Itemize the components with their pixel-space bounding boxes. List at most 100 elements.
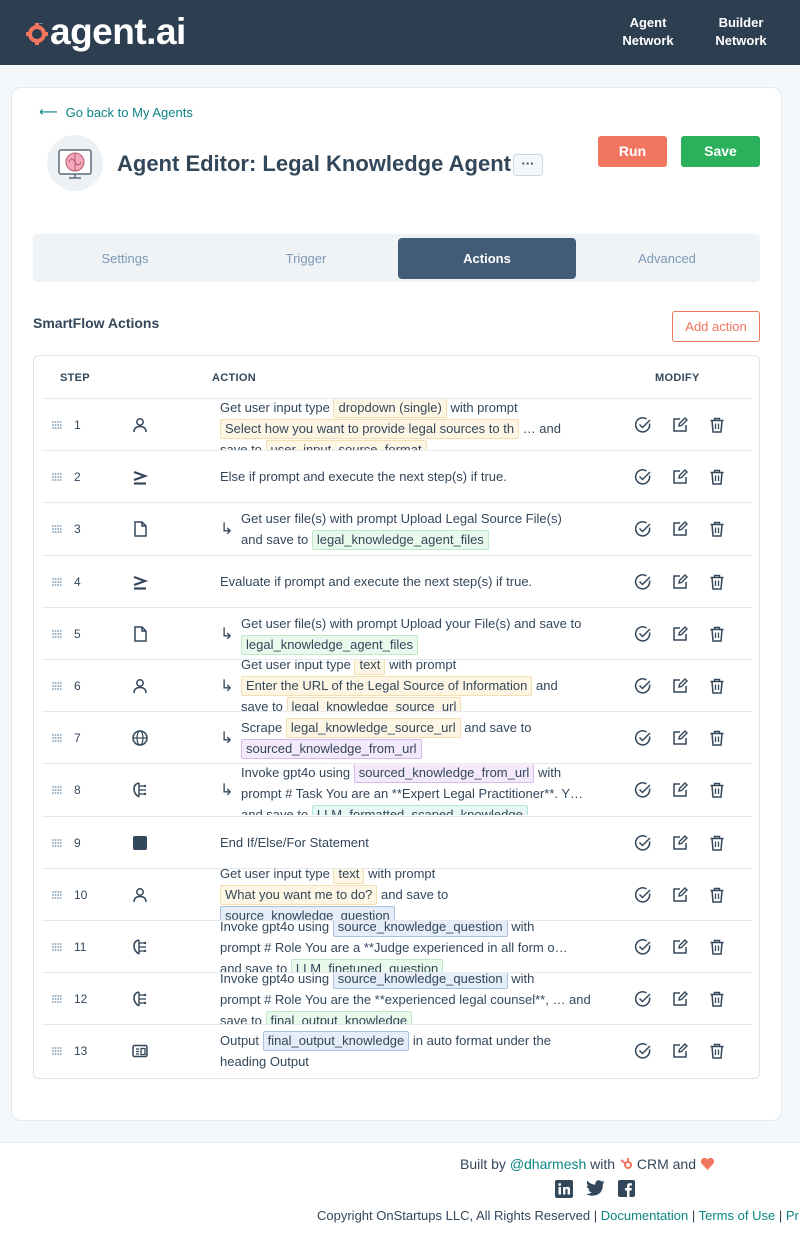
terms-link[interactable]: Terms of Use <box>699 1208 776 1223</box>
trash-icon[interactable] <box>708 416 726 434</box>
action-line: Scrape legal_knowledge_source_url and sa… <box>241 717 630 739</box>
check-circle-icon[interactable] <box>634 573 652 591</box>
trash-icon[interactable] <box>708 729 726 747</box>
tab-trigger[interactable]: Trigger <box>217 238 395 279</box>
check-circle-icon[interactable] <box>634 729 652 747</box>
edit-icon[interactable] <box>671 468 689 486</box>
check-circle-icon[interactable] <box>634 990 652 1008</box>
edit-icon[interactable] <box>671 625 689 643</box>
twitter-icon[interactable] <box>586 1180 605 1196</box>
more-options-button[interactable]: ··· <box>513 154 543 176</box>
separator: | <box>691 1208 696 1223</box>
nav-agent-network[interactable]: Agent Network <box>615 14 681 50</box>
nested-arrow-icon: ↳ <box>220 678 234 695</box>
check-circle-icon[interactable] <box>634 468 652 486</box>
action-line: legal_knowledge_agent_files <box>241 634 630 655</box>
tab-settings[interactable]: Settings <box>36 238 214 279</box>
action-row[interactable]: 9 End If/Else/For Statement <box>42 815 752 868</box>
linkedin-icon[interactable] <box>555 1180 573 1198</box>
action-row[interactable]: 12 Invoke gpt4o using source_knowledge_qu… <box>42 972 752 1025</box>
check-circle-icon[interactable] <box>634 625 652 643</box>
trash-icon[interactable] <box>708 781 726 799</box>
drag-handle-icon[interactable] <box>52 473 62 482</box>
trash-icon[interactable] <box>708 938 726 956</box>
action-row[interactable]: 13 Output final_output_knowledge in auto … <box>42 1024 752 1076</box>
action-row[interactable]: 11 Invoke gpt4o using source_knowledge_qu… <box>42 920 752 972</box>
drag-handle-icon[interactable] <box>52 577 62 586</box>
trash-icon[interactable] <box>708 834 726 852</box>
drag-handle-icon[interactable] <box>52 629 62 638</box>
trash-icon[interactable] <box>708 520 726 538</box>
nav-builder-network[interactable]: Builder Network <box>706 14 776 50</box>
check-circle-icon[interactable] <box>634 1042 652 1060</box>
drag-handle-icon[interactable] <box>52 734 62 743</box>
trash-icon[interactable] <box>708 573 726 591</box>
action-row[interactable]: 2 Else if prompt and execute the next ste… <box>42 450 752 502</box>
drag-handle-icon[interactable] <box>52 682 62 690</box>
action-text: Scrape <box>241 720 283 736</box>
edit-icon[interactable] <box>671 990 689 1008</box>
action-row[interactable]: 10 Get user input type text with prompt W… <box>42 867 752 920</box>
edit-icon[interactable] <box>671 677 689 695</box>
action-description: Evaluate if prompt and execute the next … <box>220 571 630 608</box>
edit-icon[interactable] <box>671 834 689 852</box>
agent-ai-logo[interactable]: agent.ai <box>26 10 186 54</box>
back-to-agents-link[interactable]: ⟵ Go back to My Agents <box>39 104 193 120</box>
drag-handle-icon[interactable] <box>52 943 62 951</box>
step-number: 7 <box>74 731 81 746</box>
trash-icon[interactable] <box>708 990 726 1008</box>
tab-advanced[interactable]: Advanced <box>578 238 756 279</box>
action-line: prompt # Role You are the **experienced … <box>220 989 630 1010</box>
privacy-link[interactable]: Pr <box>786 1208 799 1223</box>
save-button[interactable]: Save <box>681 136 760 167</box>
drag-handle-icon[interactable] <box>52 838 62 847</box>
step-number: 13 <box>74 1044 88 1059</box>
trash-icon[interactable] <box>708 886 726 904</box>
action-row[interactable]: 6 ↳ Get user input type text with prompt E… <box>42 659 752 711</box>
drag-handle-icon[interactable] <box>52 786 62 795</box>
edit-icon[interactable] <box>671 573 689 591</box>
action-row[interactable]: 5 ↳ Get user file(s) with prompt Upload yo… <box>42 606 752 659</box>
check-circle-icon[interactable] <box>634 834 652 852</box>
drag-handle-icon[interactable] <box>52 525 62 534</box>
action-line: prompt # Role You are a **Judge experien… <box>220 937 630 958</box>
check-circle-icon[interactable] <box>634 677 652 695</box>
variable-chip: sourced_knowledge_from_url <box>353 764 535 784</box>
trash-icon[interactable] <box>708 468 726 486</box>
trash-icon[interactable] <box>708 625 726 643</box>
edit-icon[interactable] <box>671 886 689 904</box>
action-row[interactable]: 7 ↳ Scrape legal_knowledge_source_url and … <box>42 711 752 763</box>
drag-handle-icon[interactable] <box>52 421 62 429</box>
actions-table: STEP ACTION MODIFY 1 Get user input type … <box>33 355 760 1079</box>
user-icon <box>133 887 147 902</box>
check-circle-icon[interactable] <box>634 886 652 904</box>
run-button[interactable]: Run <box>598 136 667 167</box>
drag-handle-icon[interactable] <box>52 1047 62 1056</box>
edit-icon[interactable] <box>671 520 689 538</box>
check-circle-icon[interactable] <box>634 416 652 434</box>
edit-icon[interactable] <box>671 781 689 799</box>
drag-handle-icon[interactable] <box>52 890 62 899</box>
drag-handle-icon[interactable] <box>52 995 62 1004</box>
action-row[interactable]: 1 Get user input type dropdown (single) w… <box>42 398 752 450</box>
dharmesh-link[interactable]: @dharmesh <box>510 1156 586 1172</box>
check-circle-icon[interactable] <box>634 520 652 538</box>
action-line: prompt # Task You are an **Expert Legal … <box>241 783 630 804</box>
action-row[interactable]: 8 ↳ Invoke gpt4o using sourced_knowledge_f… <box>42 763 752 816</box>
edit-icon[interactable] <box>671 1042 689 1060</box>
add-action-button[interactable]: Add action <box>672 311 760 342</box>
check-circle-icon[interactable] <box>634 781 652 799</box>
action-line: Select how you want to provide legal sou… <box>220 418 630 439</box>
action-row[interactable]: 3 ↳ Get user file(s) with prompt Upload Le… <box>42 502 752 554</box>
edit-icon[interactable] <box>671 729 689 747</box>
tab-actions[interactable]: Actions <box>398 238 576 279</box>
trash-icon[interactable] <box>708 677 726 695</box>
action-text: and save to <box>241 532 309 548</box>
check-circle-icon[interactable] <box>634 938 652 956</box>
facebook-icon[interactable] <box>618 1180 635 1197</box>
trash-icon[interactable] <box>708 1042 726 1060</box>
action-row[interactable]: 4 Evaluate if prompt and execute the next… <box>42 554 752 608</box>
edit-icon[interactable] <box>671 416 689 434</box>
edit-icon[interactable] <box>671 938 689 956</box>
documentation-link[interactable]: Documentation <box>601 1208 688 1223</box>
